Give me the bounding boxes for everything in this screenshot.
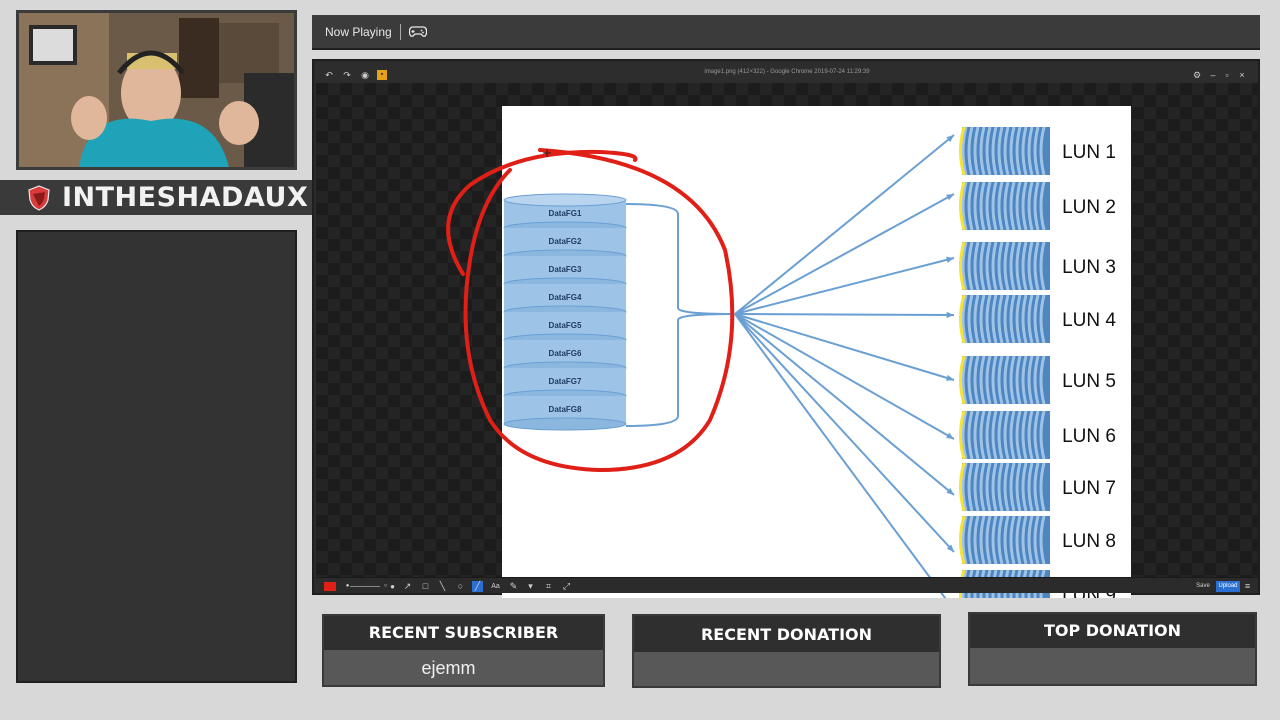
recent-donation-title: RECENT DONATION	[634, 616, 939, 652]
text-tool-icon[interactable]: Aa	[490, 581, 501, 592]
gamepad-icon	[408, 25, 427, 37]
top-donation-title: TOP DONATION	[970, 614, 1255, 648]
disk-label: DataFG4	[549, 293, 582, 302]
capture-canvas: DataFG1 DataFG2 DataFG3 DataFG4 DataFG5 DataF…	[316, 83, 1258, 619]
lun-label: LUN 4	[1062, 310, 1116, 331]
lun-label: LUN 5	[1062, 371, 1116, 392]
channel-brand-bar: INTHESHADAUX	[0, 180, 312, 215]
channel-name: INTHESHADAUX	[62, 182, 309, 213]
screen-capture-window: ↶ ↷ ◉ ▪ image1.png (412×322) - Google Ch…	[312, 59, 1260, 619]
lun-arrow	[734, 134, 955, 315]
recent-subscriber-title: RECENT SUBSCRIBER	[324, 616, 603, 650]
minimize-icon[interactable]: –	[1208, 70, 1218, 80]
blur-tool-icon[interactable]: ▾	[525, 581, 536, 592]
lun-label: LUN 7	[1062, 478, 1116, 499]
close-icon[interactable]: ×	[1237, 70, 1247, 80]
line-tool-icon[interactable]: ╲	[437, 581, 448, 592]
disk-label: DataFG8	[549, 405, 582, 414]
lun-block: LUN 5	[959, 355, 1116, 405]
disk-label: DataFG7	[549, 377, 582, 386]
arrow-tool-icon[interactable]: ↗	[402, 581, 413, 592]
recent-donation-widget: RECENT DONATION	[632, 614, 941, 688]
disk-label: DataFG6	[549, 349, 582, 358]
lun-arrow	[734, 313, 955, 381]
menu-icon[interactable]: ≡	[1242, 581, 1253, 592]
now-playing-label: Now Playing	[325, 24, 392, 39]
lun-block: LUN 4	[959, 294, 1116, 344]
disk-platter: DataFG8	[503, 396, 627, 431]
upload-button[interactable]: Upload	[1216, 581, 1240, 592]
marker-tool-icon[interactable]: ✎	[508, 581, 519, 592]
disk-label: DataFG3	[549, 265, 582, 274]
lun-arrow	[734, 313, 955, 553]
lun-label: LUN 3	[1062, 257, 1116, 278]
lun-label: LUN 6	[1062, 426, 1116, 447]
recent-subscriber-widget: RECENT SUBSCRIBER ejemm	[322, 614, 605, 687]
lun-block: LUN 1	[959, 126, 1116, 176]
size-slider[interactable]	[350, 586, 380, 587]
annotation-toolbar: ● ○ ● ↗ □ ╲ ○ ╱ Aa ✎ ▾ ⌗ ⤢ Save Upload ≡	[316, 577, 1258, 593]
now-playing-bar: Now Playing	[312, 15, 1260, 50]
lun-stack: LUN 1 LUN 2 LUN 3 LUN 4 LUN 5 LUN 6 LUN 7 LUN 8…	[959, 126, 1116, 619]
arrow-group	[734, 134, 955, 611]
brace	[625, 203, 734, 427]
lun-label: LUN 2	[1062, 197, 1116, 218]
chat-panel	[16, 230, 297, 683]
recent-subscriber-value: ejemm	[421, 658, 476, 678]
webcam-feed	[16, 10, 297, 170]
resize-tool-icon[interactable]: ⤢	[561, 581, 572, 592]
gear-icon[interactable]: ⚙	[1192, 70, 1202, 80]
disk-label: DataFG1	[549, 209, 582, 218]
lun-label: LUN 1	[1062, 142, 1116, 163]
lun-arrow	[734, 193, 955, 315]
top-donation-widget: TOP DONATION	[968, 612, 1257, 686]
disk-label: DataFG5	[549, 321, 582, 330]
lun-diagram: DataFG1 DataFG2 DataFG3 DataFG4 DataFG5 DataF…	[503, 126, 1116, 619]
maximize-icon[interactable]: ▫	[1222, 70, 1232, 80]
disk-top	[503, 193, 627, 207]
lun-arrow	[734, 313, 955, 496]
lun-arrow	[734, 313, 955, 611]
lun-block: LUN 8	[959, 515, 1116, 565]
ellipse-tool-icon[interactable]: ○	[455, 581, 466, 592]
lun-block: LUN 7	[959, 462, 1116, 512]
diagram-image: DataFG1 DataFG2 DataFG3 DataFG4 DataFG5 DataF…	[502, 106, 1131, 619]
lun-arrow	[734, 311, 955, 319]
color-swatch[interactable]	[324, 582, 336, 591]
capture-title: image1.png (412×322) - Google Chrome 201…	[704, 69, 870, 75]
top-donation-value	[970, 648, 1255, 684]
large-dot-icon[interactable]: ●	[387, 581, 398, 592]
capture-titlebar: ↶ ↷ ◉ ▪ image1.png (412×322) - Google Ch…	[316, 63, 1258, 83]
crop-tool-icon[interactable]: ⌗	[543, 581, 554, 592]
rectangle-tool-icon[interactable]: □	[420, 581, 431, 592]
lun-arrow	[734, 313, 955, 440]
shield-logo-icon	[28, 184, 50, 211]
disk-label: DataFG2	[549, 237, 582, 246]
disk-stack: DataFG1 DataFG2 DataFG3 DataFG4 DataFG5 DataF…	[503, 193, 627, 431]
lun-block: LUN 2	[959, 181, 1116, 231]
lun-block: LUN 3	[959, 241, 1116, 291]
lun-block: LUN 6	[959, 410, 1116, 460]
recent-donation-value	[634, 652, 939, 688]
lun-arrow	[734, 256, 955, 315]
pen-tool-icon[interactable]: ╱	[472, 581, 483, 592]
save-button[interactable]: Save	[1194, 581, 1212, 592]
divider	[399, 23, 401, 40]
lun-label: LUN 8	[1062, 531, 1116, 552]
